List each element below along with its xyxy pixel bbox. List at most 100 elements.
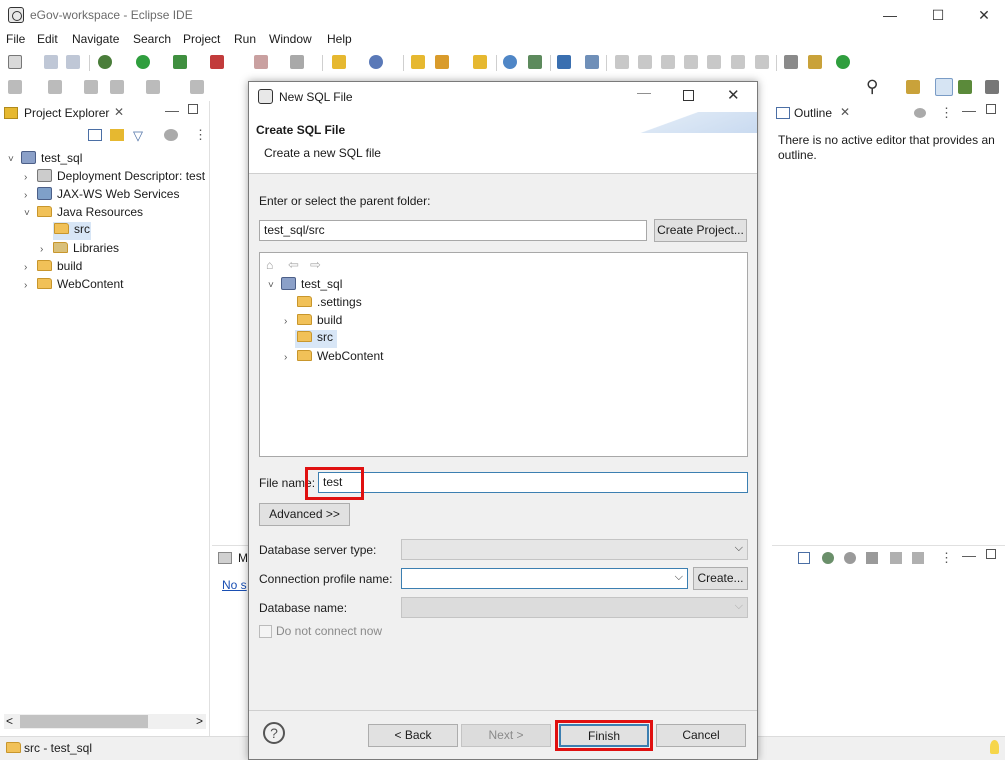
forward-nav-icon[interactable]: ⇨ [310, 257, 321, 273]
menu-run[interactable]: Run [234, 32, 256, 46]
markers-tab[interactable]: M [238, 551, 248, 565]
deploy-icon[interactable] [290, 55, 304, 69]
tree-item-deployment-descriptor[interactable]: › Deployment Descriptor: test [24, 169, 205, 183]
search-icon[interactable]: ⚲ [866, 77, 878, 97]
folder-tree-item-webcontent[interactable]: › WebContent [284, 349, 384, 363]
mark-icon[interactable] [585, 55, 599, 69]
view-menu-icon[interactable] [164, 129, 178, 141]
cancel-button[interactable]: Cancel [656, 724, 746, 747]
db-server-type-select[interactable]: ⌵ [401, 539, 748, 560]
folder-tree-item-src[interactable]: src [295, 330, 337, 348]
next-annotation-icon[interactable] [8, 80, 22, 94]
tree-item-build[interactable]: › build [24, 259, 82, 273]
tree-item-jaxws[interactable]: › JAX-WS Web Services [24, 187, 179, 201]
save-all-icon[interactable] [66, 55, 80, 69]
advanced-button[interactable]: Advanced >> [259, 503, 350, 526]
lightbulb-icon[interactable] [990, 740, 999, 754]
parent-folder-input[interactable]: test_sql/src [259, 220, 647, 241]
back-icon[interactable] [110, 80, 124, 94]
debug-server-icon[interactable] [822, 552, 834, 564]
create-project-button[interactable]: Create Project... [654, 219, 747, 242]
new-icon[interactable] [8, 55, 22, 69]
next-button[interactable]: Next > [461, 724, 551, 747]
publish-icon[interactable] [912, 552, 924, 564]
more-icon[interactable]: ⋮ [940, 550, 953, 566]
forward-icon[interactable] [146, 80, 160, 94]
resume-icon[interactable] [615, 55, 629, 69]
connection-profile-select[interactable]: ⌵ [401, 568, 688, 589]
more-icon[interactable]: ⋮ [940, 105, 953, 121]
open-task-icon[interactable] [435, 55, 449, 69]
perspective-icon[interactable] [985, 80, 999, 94]
horizontal-scrollbar[interactable]: < > [4, 714, 206, 729]
javaee-perspective-icon[interactable] [935, 78, 953, 96]
maximize-view-icon[interactable] [986, 104, 996, 114]
collapse-icon[interactable] [798, 552, 810, 564]
create-profile-button[interactable]: Create... [693, 567, 748, 590]
no-servers-link[interactable]: No s [222, 578, 247, 592]
last-edit-icon[interactable] [84, 80, 98, 94]
close-window-button[interactable]: ✕ [974, 5, 994, 25]
save-icon[interactable] [44, 55, 58, 69]
database-name-select[interactable]: ⌵ [401, 597, 748, 618]
new-wizard-icon[interactable] [332, 55, 346, 69]
project-explorer-tab[interactable]: Project Explorer [24, 106, 109, 120]
tree-item-src[interactable]: src [53, 222, 91, 240]
suspend-icon[interactable] [638, 55, 652, 69]
menu-window[interactable]: Window [269, 32, 312, 46]
stop-icon[interactable] [254, 55, 268, 69]
run-server-icon[interactable] [173, 55, 187, 69]
tree-item-java-resources[interactable]: ˅ Java Resources [24, 205, 143, 219]
debug-icon[interactable] [98, 55, 112, 69]
close-outline-icon[interactable]: ✕ [840, 105, 850, 119]
egov-perspective-icon[interactable] [958, 80, 972, 94]
filter-icon[interactable]: ▽ [133, 128, 143, 144]
dialog-close-button[interactable]: ✕ [727, 86, 740, 104]
toggle-icon[interactable] [784, 55, 798, 69]
prev-annotation-icon[interactable] [48, 80, 62, 94]
minimize-view-icon[interactable]: — [962, 102, 976, 118]
do-not-connect-checkbox[interactable] [259, 625, 272, 638]
menu-search[interactable]: Search [133, 32, 171, 46]
tree-item-test-sql[interactable]: ˅ test_sql [8, 151, 82, 165]
minimize-view-icon[interactable]: — [165, 102, 179, 118]
outline-tab[interactable]: Outline [794, 106, 832, 120]
disconnect-icon[interactable] [684, 55, 698, 69]
menu-help[interactable]: Help [327, 32, 352, 46]
open-resource-icon[interactable] [473, 55, 487, 69]
help-icon[interactable]: ? [263, 722, 285, 744]
scrollbar-thumb[interactable] [20, 715, 148, 728]
search-tool-icon[interactable] [528, 55, 542, 69]
step-return-icon[interactable] [755, 55, 769, 69]
stop-server-icon[interactable] [890, 552, 902, 564]
start-server-icon[interactable] [844, 552, 856, 564]
terminate-icon[interactable] [661, 55, 675, 69]
web-browser-icon[interactable] [503, 55, 517, 69]
menu-file[interactable]: File [6, 32, 25, 46]
folder-tree[interactable]: ⌂ ⇦ ⇨ ˅ test_sql .settings › build src › We… [259, 252, 748, 457]
link-editor-icon[interactable] [110, 129, 124, 141]
back-button[interactable]: < Back [368, 724, 458, 747]
view-menu-icon[interactable] [914, 108, 926, 118]
tree-item-webcontent[interactable]: › WebContent [24, 277, 124, 291]
profile-server-icon[interactable] [866, 552, 878, 564]
tree-item-libraries[interactable]: › Libraries [40, 241, 119, 255]
external-tools-icon[interactable] [210, 55, 224, 69]
step-into-icon[interactable] [707, 55, 721, 69]
menu-project[interactable]: Project [183, 32, 220, 46]
power-icon[interactable] [836, 55, 850, 69]
menu-navigate[interactable]: Navigate [72, 32, 119, 46]
tool-icon[interactable] [808, 55, 822, 69]
folder-tree-item-settings[interactable]: .settings [297, 295, 362, 309]
minimize-button[interactable]: — [880, 5, 900, 25]
folder-tree-item-test-sql[interactable]: ˅ test_sql [268, 277, 342, 291]
back-nav-icon[interactable]: ⇦ [288, 257, 299, 273]
maximize-view-icon[interactable] [188, 104, 198, 114]
run-icon[interactable] [136, 55, 150, 69]
console-icon[interactable] [557, 55, 571, 69]
new-class-icon[interactable] [369, 55, 383, 69]
maximize-button[interactable]: ☐ [928, 5, 948, 25]
more-icon[interactable]: ⋮ [194, 127, 207, 143]
open-type-icon[interactable] [411, 55, 425, 69]
home-icon[interactable]: ⌂ [266, 258, 273, 272]
